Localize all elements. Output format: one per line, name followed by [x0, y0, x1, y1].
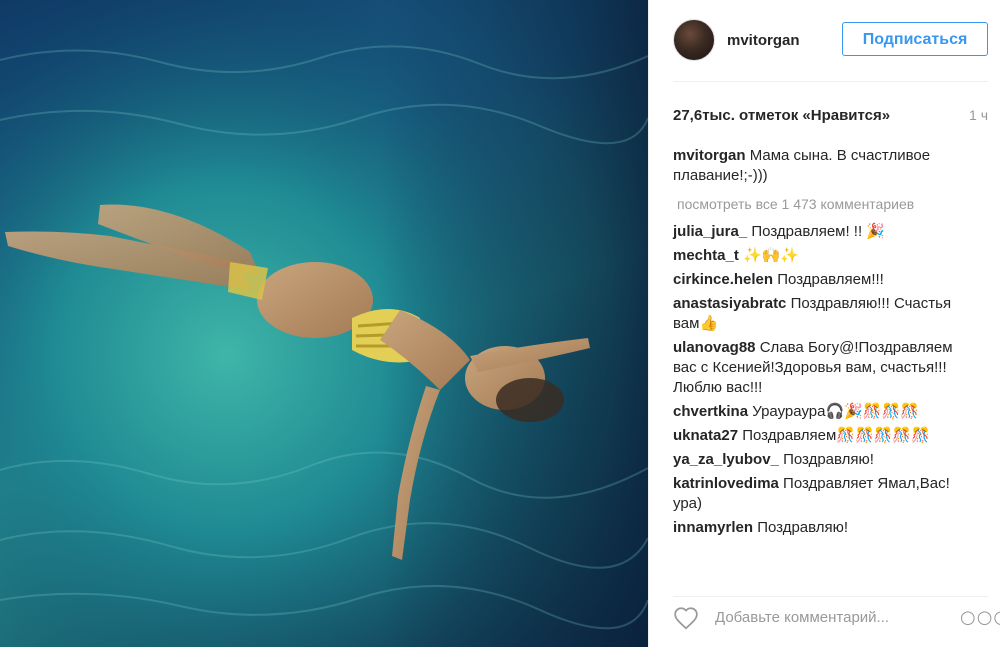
comment-username[interactable]: katrinlovedima — [673, 475, 779, 492]
post-side-panel: mvitorgan Подписаться 27,6тыс. отметок «… — [648, 0, 1000, 647]
comment-text: ✨🙌✨ — [743, 247, 800, 264]
comment-text: Поздравляем! !! 🎉 — [751, 223, 885, 240]
comment-username[interactable]: chvertkina — [673, 403, 748, 420]
comment-username[interactable]: innamyrlen — [673, 519, 753, 536]
comment-text: Поздравляю! — [783, 451, 874, 468]
comment-text: Поздравляем🎊🎊🎊🎊🎊 — [742, 427, 930, 444]
heart-outline-icon[interactable] — [673, 606, 699, 630]
comment-item: mechta_t ✨🙌✨ — [673, 246, 978, 266]
likes-count[interactable]: 27,6тыс. отметок «Нравится» — [673, 107, 890, 124]
comment-username[interactable]: anastasiyabratc — [673, 295, 786, 312]
header-divider — [673, 81, 988, 82]
comment-text: Ураураура🎧🎉🎊🎊🎊 — [752, 403, 919, 420]
comment-item: katrinlovedima Поздравляет Ямал,Вас!ура) — [673, 474, 978, 514]
more-options-icon[interactable]: ○○○ — [960, 607, 1000, 628]
photo-illustration — [0, 0, 648, 647]
comment-text: Поздравляем!!! — [777, 271, 884, 288]
instagram-post-view: mvitorgan Подписаться 27,6тыс. отметок «… — [0, 0, 1000, 647]
comment-username[interactable]: cirkince.helen — [673, 271, 773, 288]
comment-item: innamyrlen Поздравляю! — [673, 518, 978, 538]
comment-item: chvertkina Ураураура🎧🎉🎊🎊🎊 — [673, 402, 978, 422]
follow-button[interactable]: Подписаться — [842, 22, 988, 56]
comment-item: uknata27 Поздравляем🎊🎊🎊🎊🎊 — [673, 426, 978, 446]
caption: mvitorgan Мама сына. В счастливое плаван… — [673, 146, 978, 186]
comment-composer: ○○○ — [673, 596, 1000, 637]
comment-username[interactable]: julia_jura_ — [673, 223, 747, 240]
caption-username[interactable]: mvitorgan — [673, 147, 746, 164]
likes-row: 27,6тыс. отметок «Нравится» 1 ч — [673, 104, 988, 126]
comment-username[interactable]: ya_za_lyubov_ — [673, 451, 779, 468]
comment-item: ya_za_lyubov_ Поздравляю! — [673, 450, 978, 470]
post-photo[interactable] — [0, 0, 648, 647]
avatar[interactable] — [673, 19, 715, 61]
comment-text: Поздравляю! — [757, 519, 849, 536]
view-all-comments-link[interactable]: посмотреть все 1 473 комментариев — [677, 194, 978, 214]
add-comment-input[interactable] — [713, 607, 960, 627]
comment-item: julia_jura_ Поздравляем! !! 🎉 — [673, 222, 978, 242]
post-time[interactable]: 1 ч — [969, 107, 988, 123]
author-username[interactable]: mvitorgan — [727, 32, 800, 49]
comment-item: cirkince.helen Поздравляем!!! — [673, 270, 978, 290]
comment-item: anastasiyabratc Поздравляю!!! Счастья ва… — [673, 294, 978, 334]
comment-username[interactable]: mechta_t — [673, 247, 739, 264]
comment-username[interactable]: uknata27 — [673, 427, 738, 444]
comment-item: ulanovag88 Слава Богу@!Поздравляем вас с… — [673, 338, 978, 398]
post-header: mvitorgan Подписаться — [673, 16, 988, 64]
comments-list: mvitorgan Мама сына. В счастливое плаван… — [673, 146, 978, 542]
comment-username[interactable]: ulanovag88 — [673, 339, 756, 356]
